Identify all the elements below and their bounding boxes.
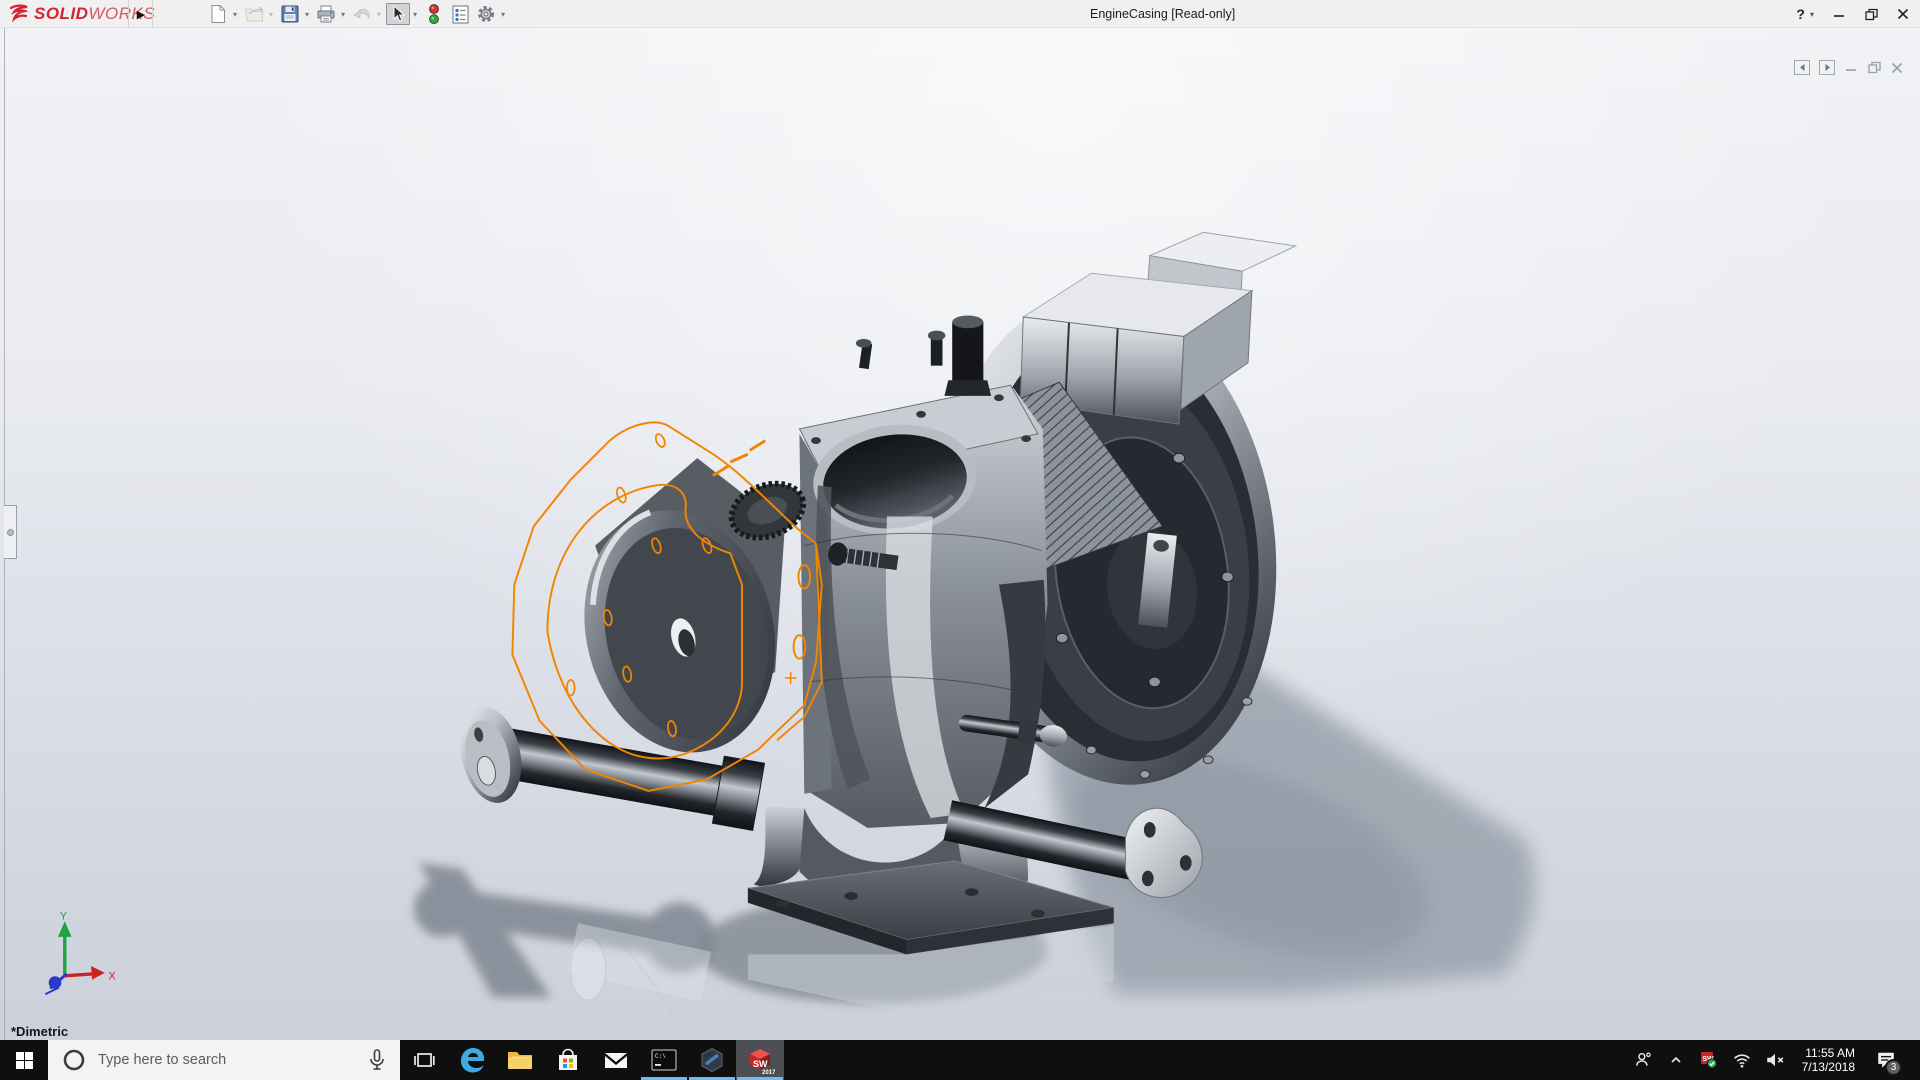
dropdown-caret-icon[interactable]: ▾ [302,10,312,19]
separator [128,0,129,28]
restore-button[interactable] [1864,7,1878,21]
undo-icon [350,3,374,25]
window-title: EngineCasing [Read-only] [1090,7,1236,21]
taskbar-apps: C:\ SW 2017 [400,1040,784,1080]
dropdown-caret-icon[interactable]: ▾ [230,10,240,19]
minimize-icon [1834,15,1844,17]
menu-flyout-button[interactable]: ▶ [132,0,150,28]
crankcase-block [798,315,1048,828]
sw-label: SW [753,1059,768,1069]
taskbar-app-file-explorer[interactable] [496,1040,544,1080]
separator [152,0,153,28]
select-cursor-icon [386,3,410,25]
start-button[interactable] [0,1040,48,1080]
volume-muted-icon[interactable] [1762,1040,1788,1080]
people-icon[interactable] [1630,1040,1656,1080]
previous-document-button[interactable] [1794,60,1810,75]
chevron-up-icon[interactable] [1663,1040,1689,1080]
taskbar-app-command-prompt[interactable]: C:\ [640,1040,688,1080]
minimize-icon [1846,68,1856,71]
restore-icon [1867,61,1881,74]
sw-year-label: 2017 [762,1070,775,1075]
solidworks-tray-icon[interactable]: SW [1696,1040,1722,1080]
print-button[interactable]: ▾ [313,1,349,27]
document-window-controls [1794,60,1904,75]
open-button[interactable]: ▾ [241,1,277,27]
close-button[interactable] [1896,7,1910,21]
tray-date: 7/13/2018 [1801,1060,1855,1074]
wifi-icon[interactable] [1729,1040,1755,1080]
triangle-right-icon [1825,64,1830,71]
graphics-area[interactable]: Y X *Dimetric [0,28,1920,1040]
file-properties-button[interactable] [447,1,473,27]
notification-badge: 3 [1885,1059,1902,1076]
edrawings-hexagon-icon [701,1047,723,1073]
edge-icon [461,1048,484,1073]
mail-icon [605,1053,627,1068]
minimize-button[interactable] [1832,7,1846,21]
search-input[interactable] [98,1052,348,1068]
cortana-icon [63,1049,85,1071]
task-view-button[interactable] [400,1040,448,1080]
dropdown-caret-icon[interactable]: ▾ [266,10,276,19]
restore-icon [1864,8,1878,20]
taskbar-app-mail[interactable] [592,1040,640,1080]
taskbar-app-solidworks[interactable]: SW 2017 [736,1040,784,1080]
tray-clock[interactable]: 11:55 AM 7/13/2018 [1795,1046,1862,1074]
open-icon [242,3,266,25]
cmd-prompt-text: C:\ [655,1053,666,1060]
taskbar-app-edrawings[interactable] [688,1040,736,1080]
document-minimize-button[interactable] [1844,61,1858,75]
save-button[interactable]: ▾ [277,1,313,27]
help-button[interactable]: ? ▾ [1796,6,1814,22]
close-icon [1891,62,1903,73]
store-icon [559,1048,577,1070]
taskbar-search[interactable] [48,1040,400,1080]
window-controls: ? ▾ [1796,0,1910,28]
dropdown-caret-icon[interactable]: ▾ [498,10,508,19]
taskbar-app-store[interactable] [544,1040,592,1080]
save-icon [278,3,302,25]
options-gear-icon [474,3,498,25]
dropdown-caret-icon[interactable]: ▾ [338,10,348,19]
triangle-left-icon [1799,64,1804,71]
microphone-icon[interactable] [366,1048,388,1072]
file-explorer-icon [508,1052,532,1069]
titlebar: SOLIDWORKS ▶ ▾ ▾ ▾ ▾ ▾ ▾ ▾ EngineCasing … [0,0,1920,28]
undo-button[interactable]: ▾ [349,1,385,27]
next-document-button[interactable] [1819,60,1835,75]
document-restore-button[interactable] [1867,61,1881,75]
quick-access-toolbar: ▾ ▾ ▾ ▾ ▾ ▾ ▾ [205,0,509,28]
tray-time: 11:55 AM [1805,1046,1855,1060]
system-tray: SW 11:55 AM 7/13/2018 3 [1630,1040,1920,1080]
solidworks-swoosh-icon [9,4,29,23]
orientation-triad: Y X [44,910,116,996]
close-icon [1897,8,1909,20]
print-icon [314,3,338,25]
solidworks-app-icon: SW 2017 [750,1049,775,1075]
dropdown-caret-icon[interactable]: ▾ [410,10,420,19]
document-close-button[interactable] [1890,61,1904,75]
triad-x-label: X [109,971,116,983]
view-orientation-label: *Dimetric [11,1024,69,1039]
new-document-icon [206,3,230,25]
triad-y-label: Y [60,910,67,922]
rebuild-button[interactable] [421,1,447,27]
dropdown-caret-icon[interactable]: ▾ [1810,10,1814,19]
taskbar-app-edge[interactable] [448,1040,496,1080]
file-properties-icon [448,3,472,25]
command-prompt-icon: C:\ [651,1049,677,1071]
new-document-button[interactable]: ▾ [205,1,241,27]
windows-logo-icon [15,1051,33,1069]
windows-taskbar: C:\ SW 2017 [0,1040,1920,1080]
task-view-icon [414,1053,435,1067]
brand-bold: SOLID [34,4,89,23]
rebuild-traffic-light-icon [422,3,446,25]
dropdown-caret-icon[interactable]: ▾ [374,10,384,19]
select-button[interactable]: ▾ [385,1,421,27]
help-label: ? [1796,6,1805,22]
engine-casing-model: Y X [44,231,1535,1018]
action-center-button[interactable]: 3 [1869,1040,1903,1080]
options-button[interactable]: ▾ [473,1,509,27]
